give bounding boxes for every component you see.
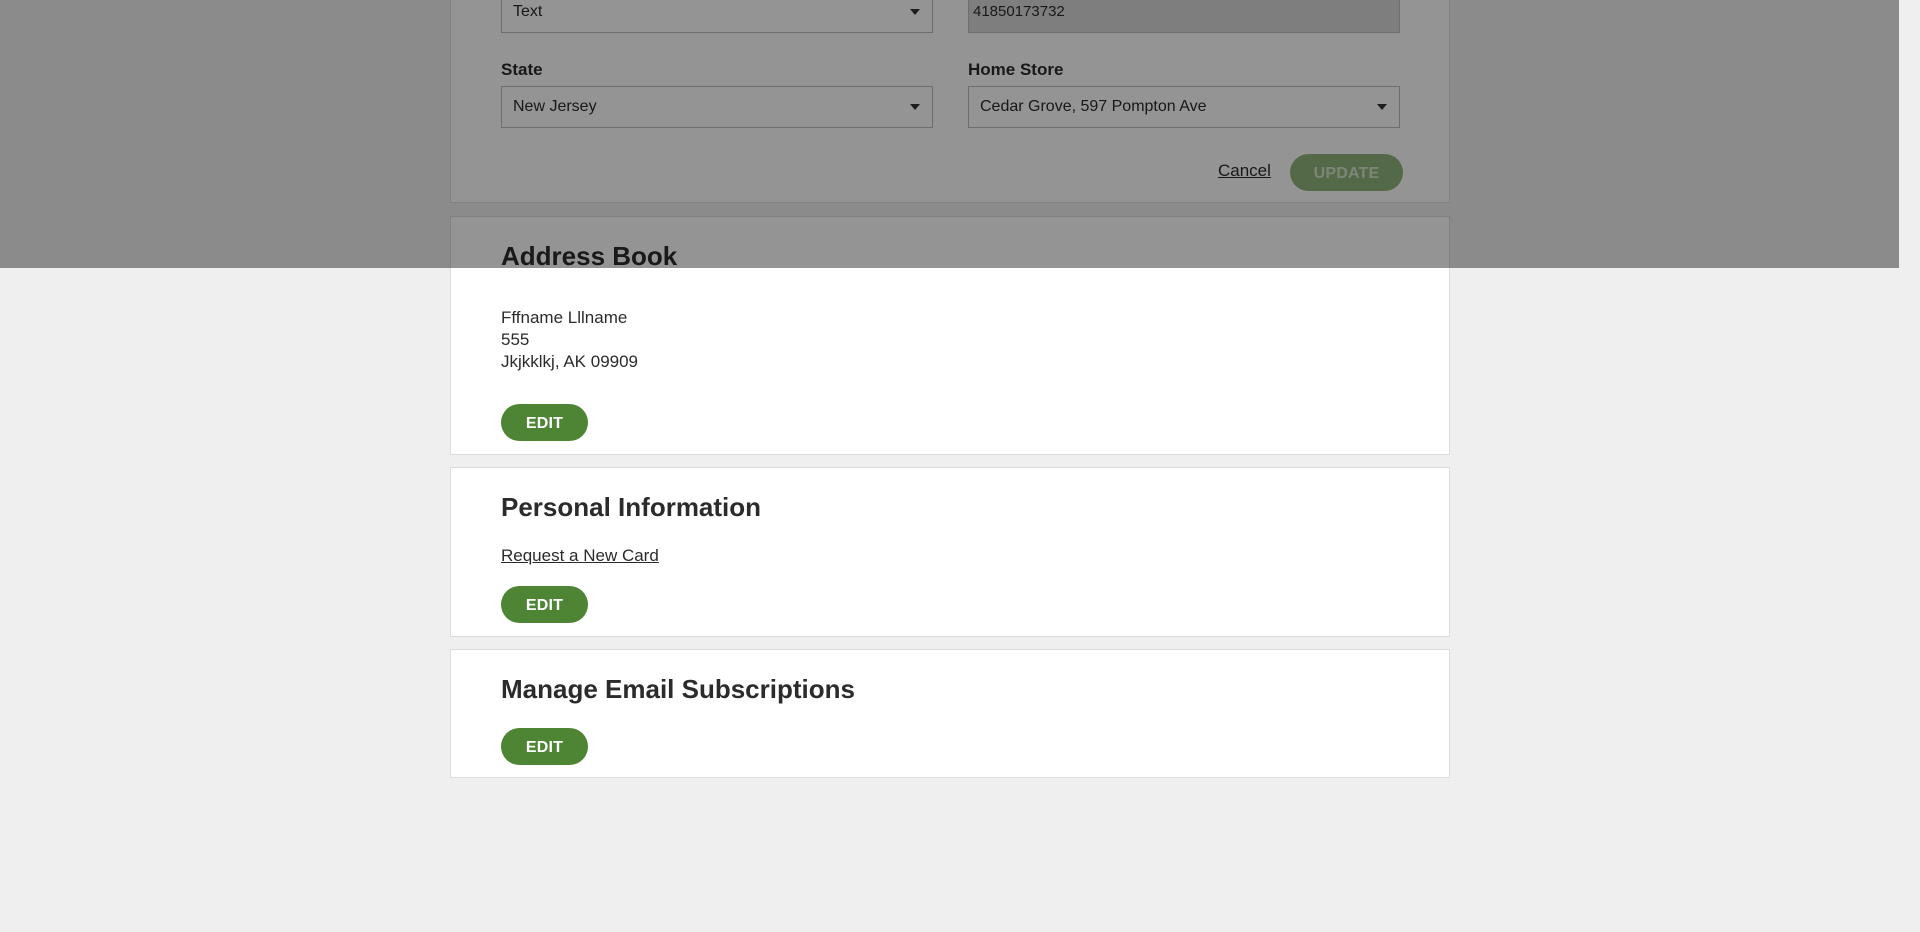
personal-information-title: Personal Information [501, 492, 762, 522]
address-city-state-zip: Jkjkklkj, AK 09909 [501, 352, 639, 371]
personal-information-card: Personal Information Request a New Card … [450, 467, 1450, 637]
address-block: Fffname Lllname 555 Jkjkklkj, AK 09909 [501, 307, 638, 373]
address-name: Fffname Lllname [501, 308, 628, 327]
address-street: 555 [501, 330, 530, 349]
edit-email-subscriptions-button[interactable]: EDIT [501, 728, 588, 765]
email-subscriptions-title: Manage Email Subscriptions [501, 674, 855, 704]
edit-address-button[interactable]: EDIT [501, 404, 588, 441]
edit-personal-info-button[interactable]: EDIT [501, 586, 588, 623]
email-subscriptions-card: Manage Email Subscriptions EDIT [450, 649, 1450, 778]
modal-dim-overlay [0, 0, 1899, 268]
account-page: Text 41850173732 State New Jersey Home S… [0, 0, 1920, 932]
request-new-card-link[interactable]: Request a New Card [501, 546, 659, 566]
